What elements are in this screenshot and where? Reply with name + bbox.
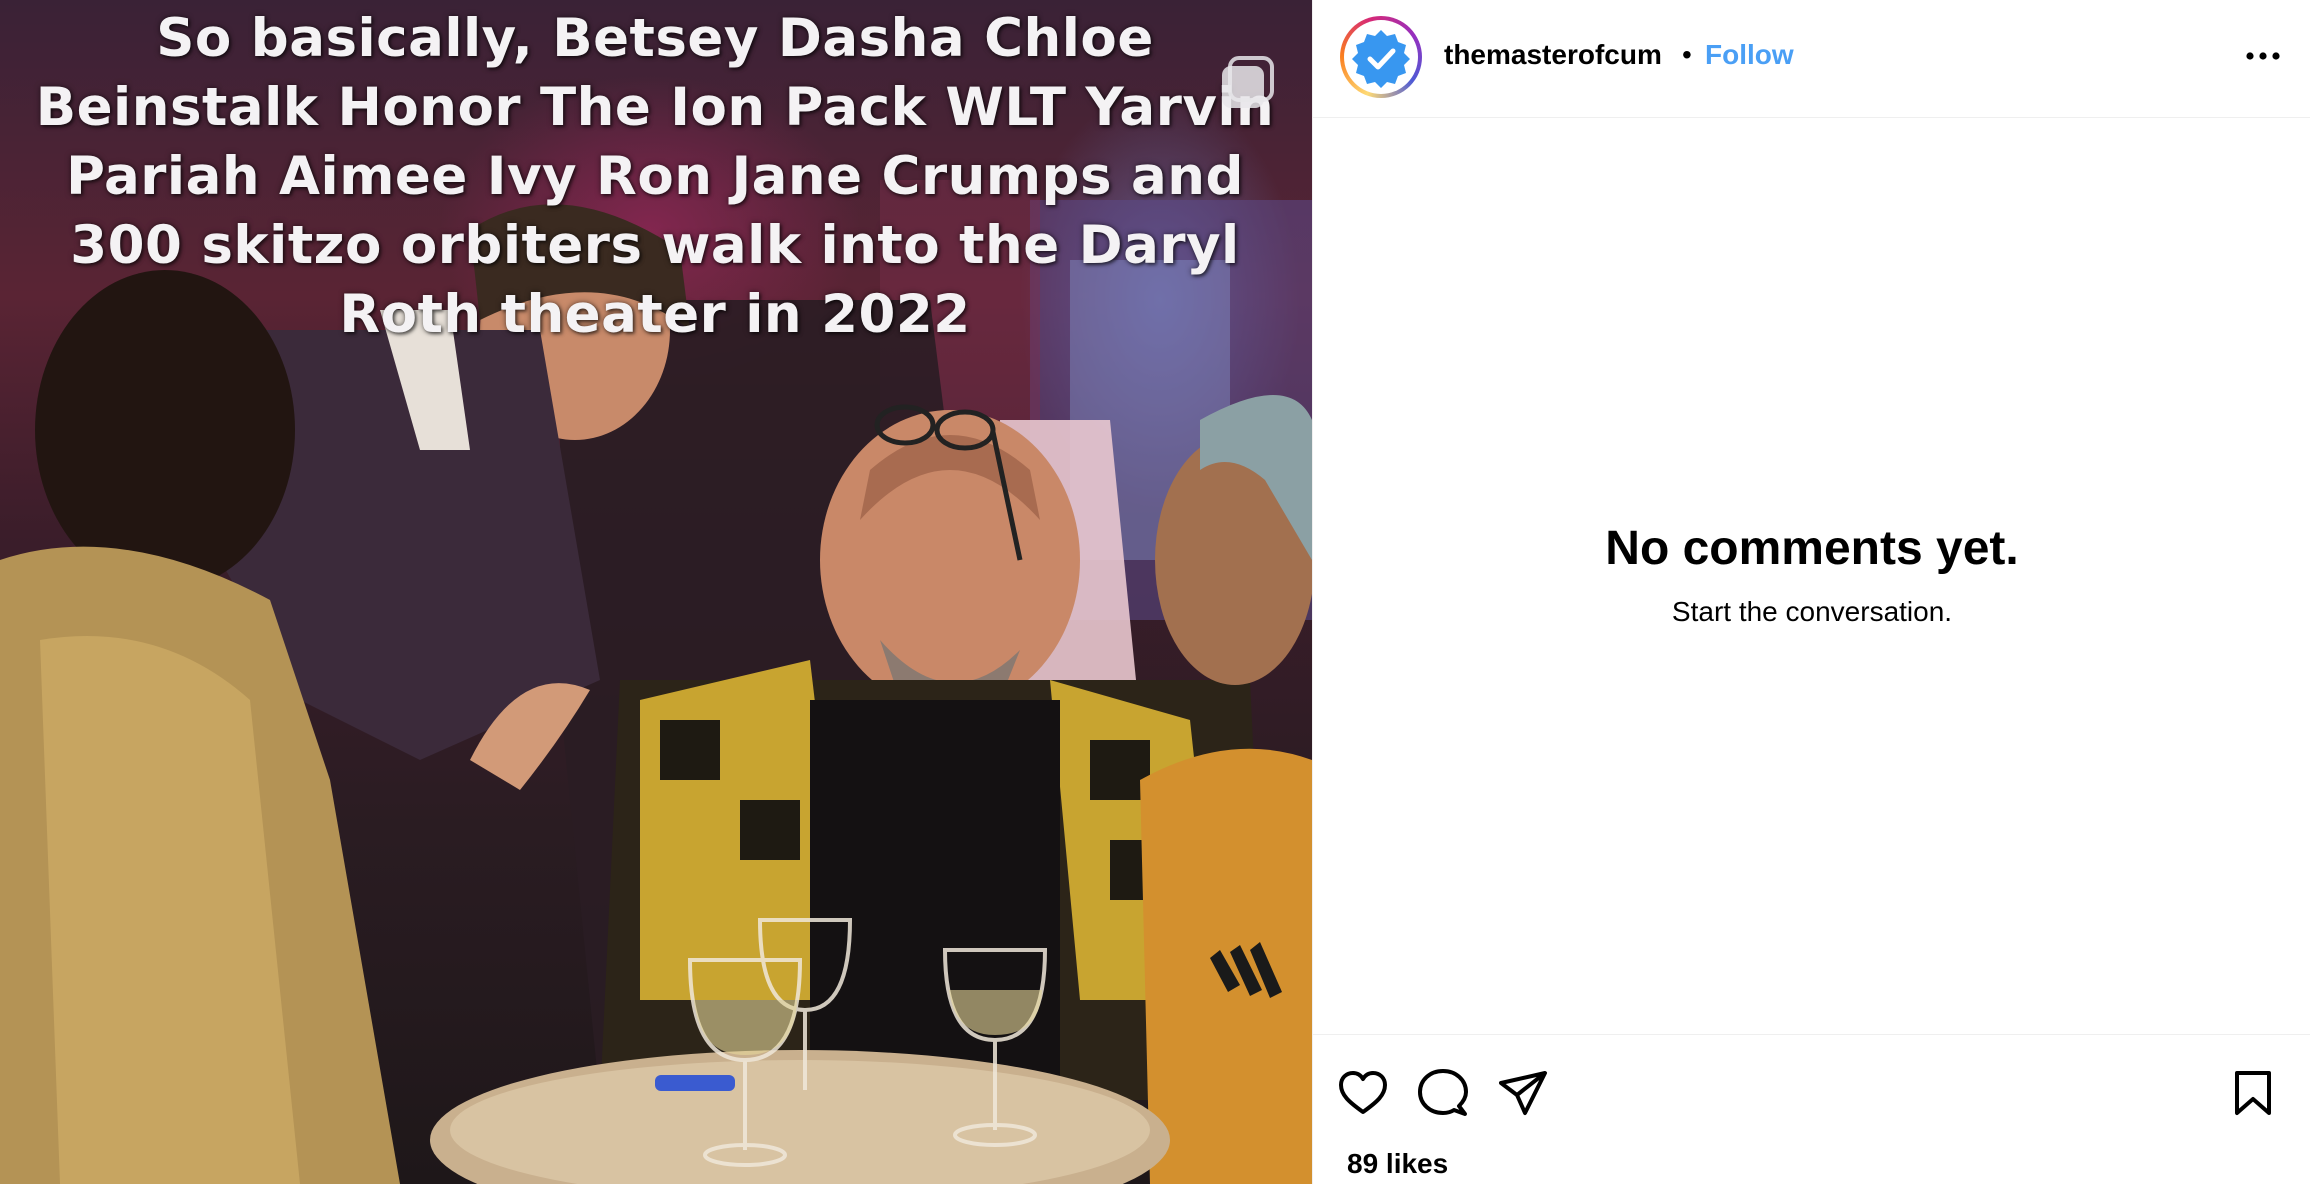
likes-count[interactable]: 89 likes — [1347, 1147, 1448, 1181]
heart-icon[interactable] — [1335, 1065, 1391, 1121]
empty-comments-title: No comments yet. — [1605, 522, 2019, 575]
separator-dot: • — [1682, 39, 1692, 70]
bookmark-icon[interactable] — [2225, 1065, 2281, 1121]
follow-button[interactable]: Follow — [1705, 38, 1794, 72]
send-icon[interactable] — [1495, 1065, 1551, 1121]
instagram-post: So basically, Betsey Dasha Chloe Beinsta… — [0, 0, 2310, 1184]
more-options-button[interactable] — [2243, 40, 2283, 72]
comment-icon[interactable] — [1415, 1065, 1471, 1121]
empty-comments-subtitle: Start the conversation. — [1671, 596, 1953, 627]
post-header: themasterofcum • Follow — [1313, 0, 2310, 118]
post-actions: 89 likes — [1313, 1034, 2310, 1184]
more-horizontal-icon — [2246, 52, 2280, 60]
image-caption-text: So basically, Betsey Dasha Chloe Beinsta… — [35, 8, 1275, 345]
post-image[interactable]: So basically, Betsey Dasha Chloe Beinsta… — [0, 0, 1312, 1184]
post-side-panel: themasterofcum • Follow No comments yet.… — [1312, 0, 2310, 1184]
username-link[interactable]: themasterofcum — [1444, 38, 1662, 72]
comments-section: No comments yet. Start the conversation. — [1313, 119, 2310, 1033]
carousel-icon — [1222, 56, 1274, 108]
avatar[interactable] — [1340, 16, 1422, 98]
verified-badge-icon — [1352, 30, 1410, 88]
